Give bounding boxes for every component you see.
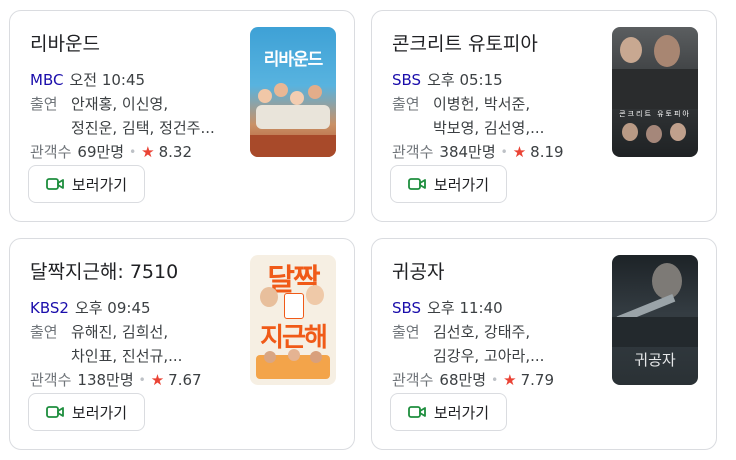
viewers-count: 138만명 [77,371,134,389]
movie-title[interactable]: 귀공자 [392,257,444,284]
video-camera-icon [45,406,64,418]
movie-meta: KBS2 오후 09:45 출연 유해진, 김희선, 차인표, 진선규,... 관객… [30,296,240,392]
channel-name[interactable]: MBC [30,68,63,92]
viewers-label: 관객수 [392,371,434,389]
star-icon: ★ [503,371,517,389]
viewers-count: 384만명 [439,143,496,161]
broadcast-time: 오후 09:45 [74,299,151,317]
poster-title: 귀공자 [634,351,676,369]
star-icon: ★ [150,371,165,389]
cast-list: 이병헌, 박서준, [433,95,531,113]
watch-button-label: 보러가기 [71,403,128,422]
cast-label: 출연 [392,323,420,341]
watch-button-label: 보러가기 [71,175,128,194]
movie-meta: SBS 오후 11:40 출연 김선호, 강태주, 김강우, 고아라,... 관객수… [392,296,602,392]
movie-poster[interactable]: 리바운드 [250,27,336,157]
rating-value: 8.19 [530,143,564,161]
channel-name[interactable]: KBS2 [30,296,69,320]
movie-card[interactable]: 리바운드 MBC 오전 10:45 출연 안재홍, 이신영, 정진운, 김택, 정건… [9,10,355,222]
watch-button[interactable]: 보러가기 [28,393,145,431]
cast-list: 안재홍, 이신영, [71,95,169,113]
star-icon: ★ [141,143,155,161]
cast-list: 김강우, 고아라,... [433,347,545,365]
broadcast-time: 오후 05:15 [427,71,503,89]
watch-button-label: 보러가기 [433,175,490,194]
viewers-label: 관객수 [30,143,72,161]
poster-title: 리바운드 [263,50,324,70]
poster-title: 콘크리트 유토피아 [619,110,691,118]
watch-button[interactable]: 보러가기 [390,165,507,203]
star-icon: ★ [512,143,527,161]
cast-list: 유해진, 김희선, [71,323,169,341]
cast-list: 차인표, 진선규,... [71,347,183,365]
movie-meta: MBC 오전 10:45 출연 안재홍, 이신영, 정진운, 김택, 정건주... … [30,68,240,164]
movie-title[interactable]: 콘크리트 유토피아 [392,29,538,56]
watch-button-label: 보러가기 [433,403,490,422]
movie-poster[interactable]: 귀공자 [612,255,698,385]
cast-list: 정진운, 김택, 정건주... [71,119,215,137]
cast-label: 출연 [392,95,420,113]
video-camera-icon [407,178,426,190]
rating-value: 7.79 [520,371,555,389]
video-camera-icon [45,178,64,190]
broadcast-time: 오후 11:40 [427,299,503,317]
movie-card[interactable]: 귀공자 SBS 오후 11:40 출연 김선호, 강태주, 김강우, 고아라,...… [371,238,717,450]
channel-name[interactable]: SBS [392,296,421,320]
channel-name[interactable]: SBS [392,68,421,92]
broadcast-time: 오전 10:45 [69,71,146,89]
movie-poster[interactable]: 콘크리트 유토피아 [612,27,698,157]
cast-list: 김선호, 강태주, [433,323,531,341]
viewers-label: 관객수 [392,143,434,161]
cast-label: 출연 [30,95,58,113]
viewers-count: 69만명 [77,143,125,161]
rating-value: 7.67 [168,371,202,389]
watch-button[interactable]: 보러가기 [28,165,145,203]
movie-title[interactable]: 리바운드 [30,29,100,56]
cast-list: 박보영, 김선영,... [433,119,545,137]
movie-meta: SBS 오후 05:15 출연 이병헌, 박서준, 박보영, 김선영,... 관객수… [392,68,602,164]
movie-card[interactable]: 콘크리트 유토피아 SBS 오후 05:15 출연 이병헌, 박서준, 박보영, 김… [371,10,717,222]
viewers-label: 관객수 [30,371,72,389]
cast-label: 출연 [30,323,58,341]
movie-title[interactable]: 달짝지근해: 7510 [30,257,178,284]
watch-button[interactable]: 보러가기 [390,393,507,431]
movie-poster[interactable]: 달짝 지근해 [250,255,336,385]
movie-card[interactable]: 달짝지근해: 7510 KBS2 오후 09:45 출연 유해진, 김희선, 차인표… [9,238,355,450]
video-camera-icon [407,406,426,418]
viewers-count: 68만명 [439,371,487,389]
rating-value: 8.32 [158,143,193,161]
